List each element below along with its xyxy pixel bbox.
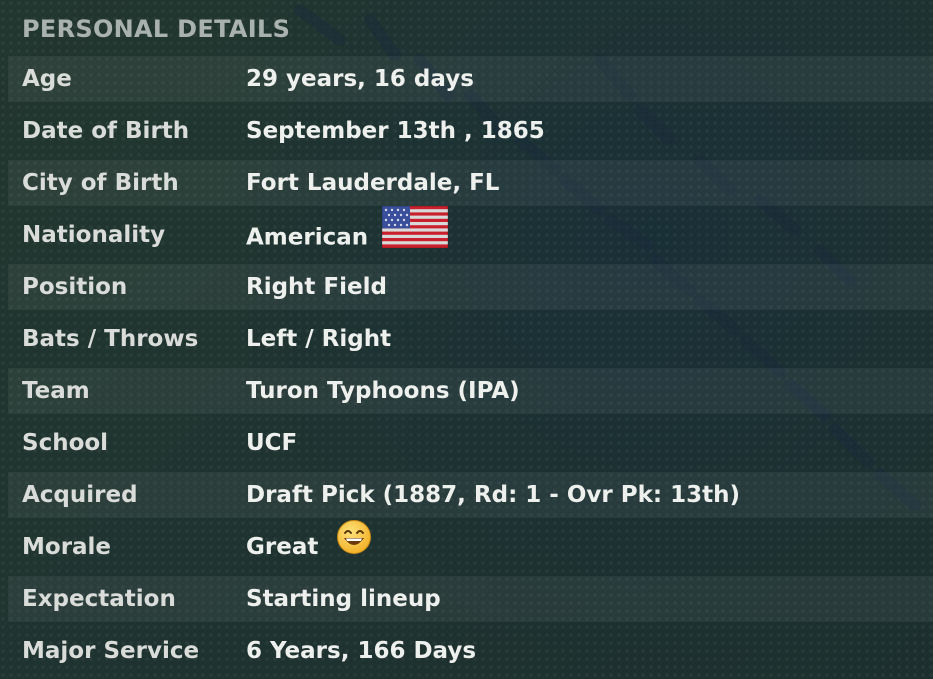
row-value: UCF xyxy=(246,430,298,456)
row-label: Nationality xyxy=(22,222,166,248)
row-value: September 13th , 1865 xyxy=(246,118,545,144)
row-value: Starting lineup xyxy=(246,586,441,612)
row-label: Major Service xyxy=(22,638,200,664)
row-value: 29 years, 16 days xyxy=(246,66,474,92)
row-label: Expectation xyxy=(22,586,176,612)
section-title: PERSONAL DETAILS xyxy=(22,15,291,43)
row-value: Turon Typhoons (IPA) xyxy=(246,378,520,404)
detail-row-bats-throws: Bats / Throws Left / Right xyxy=(8,316,933,362)
row-value: 6 Years, 166 Days xyxy=(246,638,477,664)
row-value-container: American xyxy=(246,205,449,264)
detail-row-nationality: Nationality American xyxy=(8,205,933,258)
row-label: Date of Birth xyxy=(22,118,190,144)
detail-row-team: Team Turon Typhoons (IPA) xyxy=(8,368,933,414)
detail-row-morale: Morale Great xyxy=(8,519,933,571)
detail-row-acquired: Acquired Draft Pick (1887, Rd: 1 - Ovr P… xyxy=(8,472,933,518)
row-label: City of Birth xyxy=(22,170,179,196)
row-label: Morale xyxy=(22,534,112,560)
row-value: American xyxy=(246,224,369,251)
row-value-container: Great xyxy=(246,519,372,571)
row-label: Team xyxy=(22,378,90,404)
row-value: Left / Right xyxy=(246,326,392,352)
detail-row-date-of-birth: Date of Birth September 13th , 1865 xyxy=(8,108,933,154)
grinning-face-icon xyxy=(336,519,372,571)
row-label: Bats / Throws xyxy=(22,326,199,352)
us-flag-icon xyxy=(381,205,449,264)
personal-details-panel: PERSONAL DETAILS Age 29 years, 16 days D… xyxy=(0,0,933,679)
row-value: Draft Pick (1887, Rd: 1 - Ovr Pk: 13th) xyxy=(246,482,740,508)
row-value: Right Field xyxy=(246,274,387,300)
row-value: Fort Lauderdale, FL xyxy=(246,170,500,196)
row-label: School xyxy=(22,430,109,456)
detail-row-school: School UCF xyxy=(8,420,933,466)
detail-row-position: Position Right Field xyxy=(8,264,933,310)
detail-row-city-of-birth: City of Birth Fort Lauderdale, FL xyxy=(8,160,933,206)
detail-row-expectation: Expectation Starting lineup xyxy=(8,576,933,622)
detail-row-age: Age 29 years, 16 days xyxy=(8,56,933,102)
row-value: Great xyxy=(246,534,319,560)
row-label: Age xyxy=(22,66,72,92)
row-label: Position xyxy=(22,274,128,300)
row-label: Acquired xyxy=(22,482,138,508)
detail-row-major-service: Major Service 6 Years, 166 Days xyxy=(8,628,933,674)
